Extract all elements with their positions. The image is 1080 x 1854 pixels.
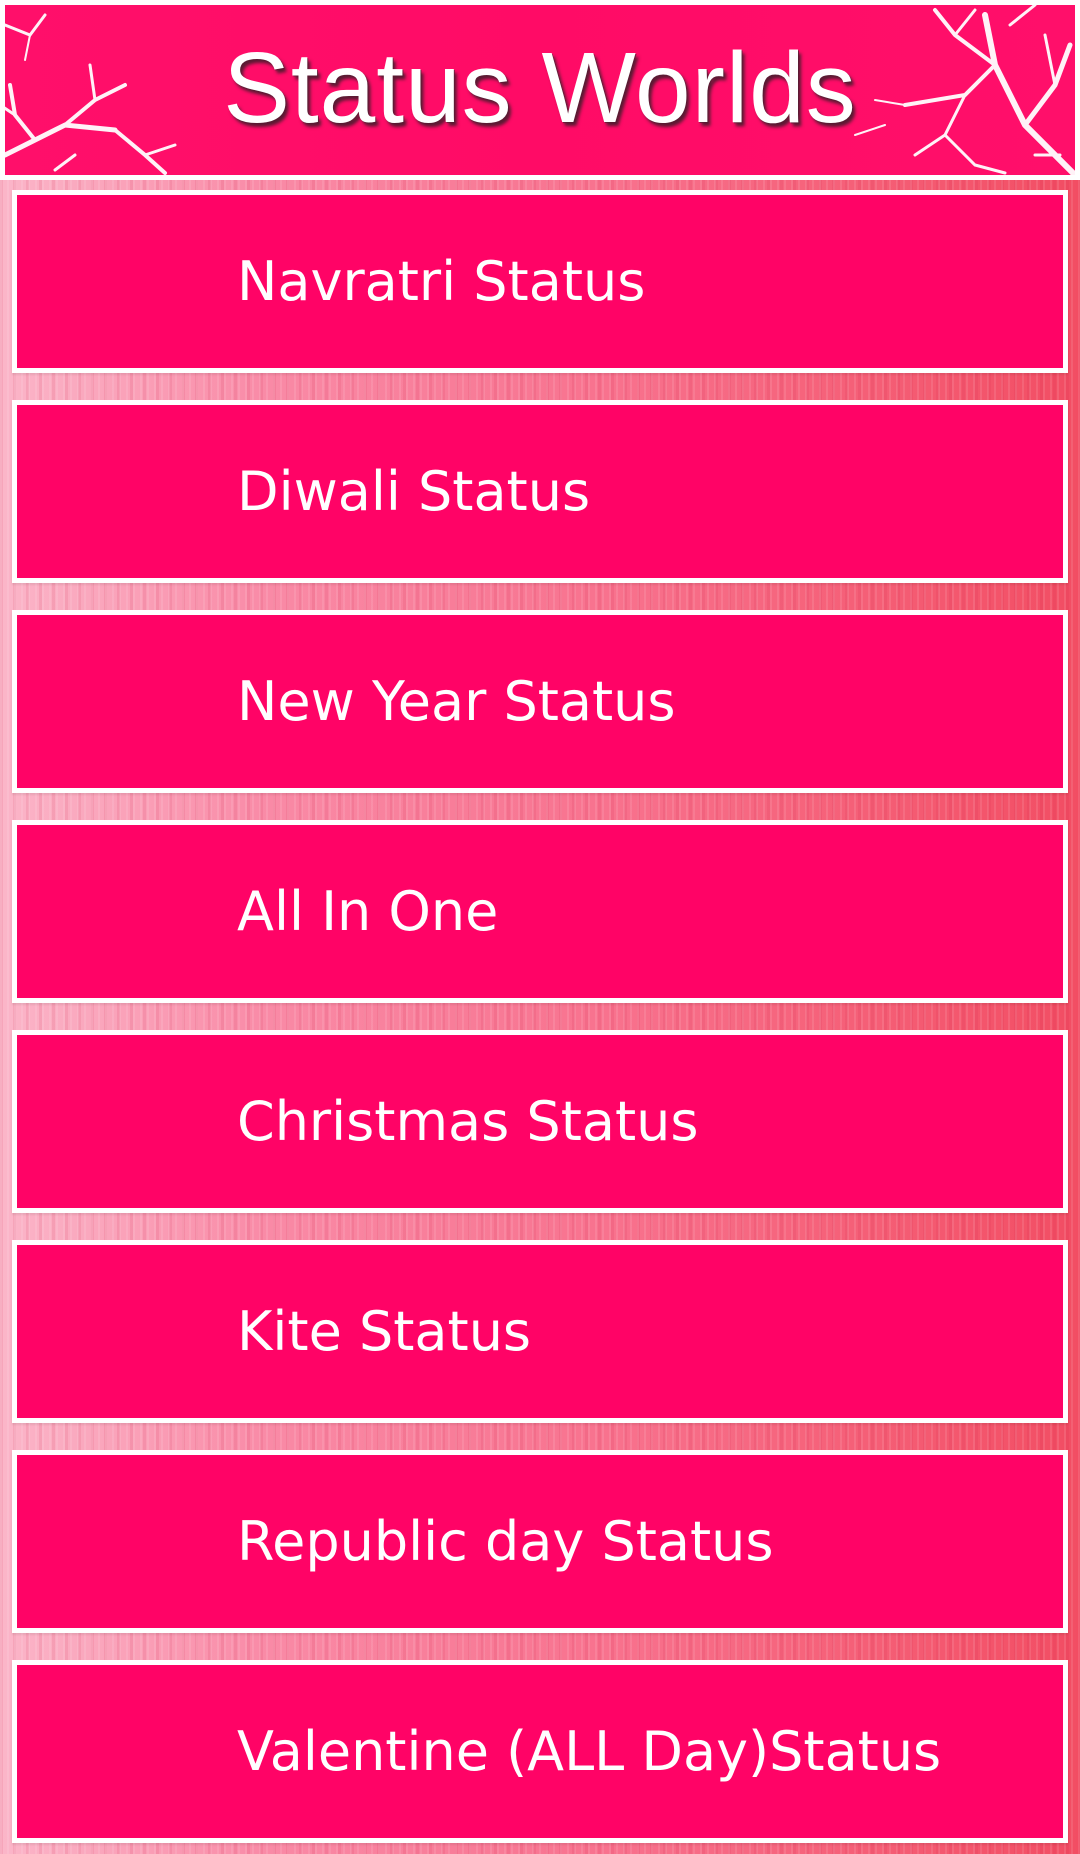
app-header: Status Worlds xyxy=(0,0,1080,180)
menu-item-label: Navratri Status xyxy=(237,250,646,313)
menu-item-label: Valentine (ALL Day)Status xyxy=(237,1720,942,1783)
menu-item-new-year-status[interactable]: New Year Status xyxy=(12,610,1068,793)
menu-item-label: Republic day Status xyxy=(237,1510,774,1573)
app-title: Status Worlds xyxy=(223,32,857,144)
menu-item-christmas-status[interactable]: Christmas Status xyxy=(12,1030,1068,1213)
menu-item-valentine-status[interactable]: Valentine (ALL Day)Status xyxy=(12,1660,1068,1843)
menu-item-label: Christmas Status xyxy=(237,1090,699,1153)
menu-item-label: New Year Status xyxy=(237,670,676,733)
menu-item-diwali-status[interactable]: Diwali Status xyxy=(12,400,1068,583)
menu-item-label: Kite Status xyxy=(237,1300,532,1363)
menu-item-all-in-one[interactable]: All In One xyxy=(12,820,1068,1003)
header-banner: Status Worlds xyxy=(5,5,1075,175)
menu-item-kite-status[interactable]: Kite Status xyxy=(12,1240,1068,1423)
menu-item-navratri-status[interactable]: Navratri Status xyxy=(12,190,1068,373)
menu-item-label: Diwali Status xyxy=(237,460,591,523)
menu-item-republic-day-status[interactable]: Republic day Status xyxy=(12,1450,1068,1633)
menu-item-label: All In One xyxy=(237,880,499,943)
